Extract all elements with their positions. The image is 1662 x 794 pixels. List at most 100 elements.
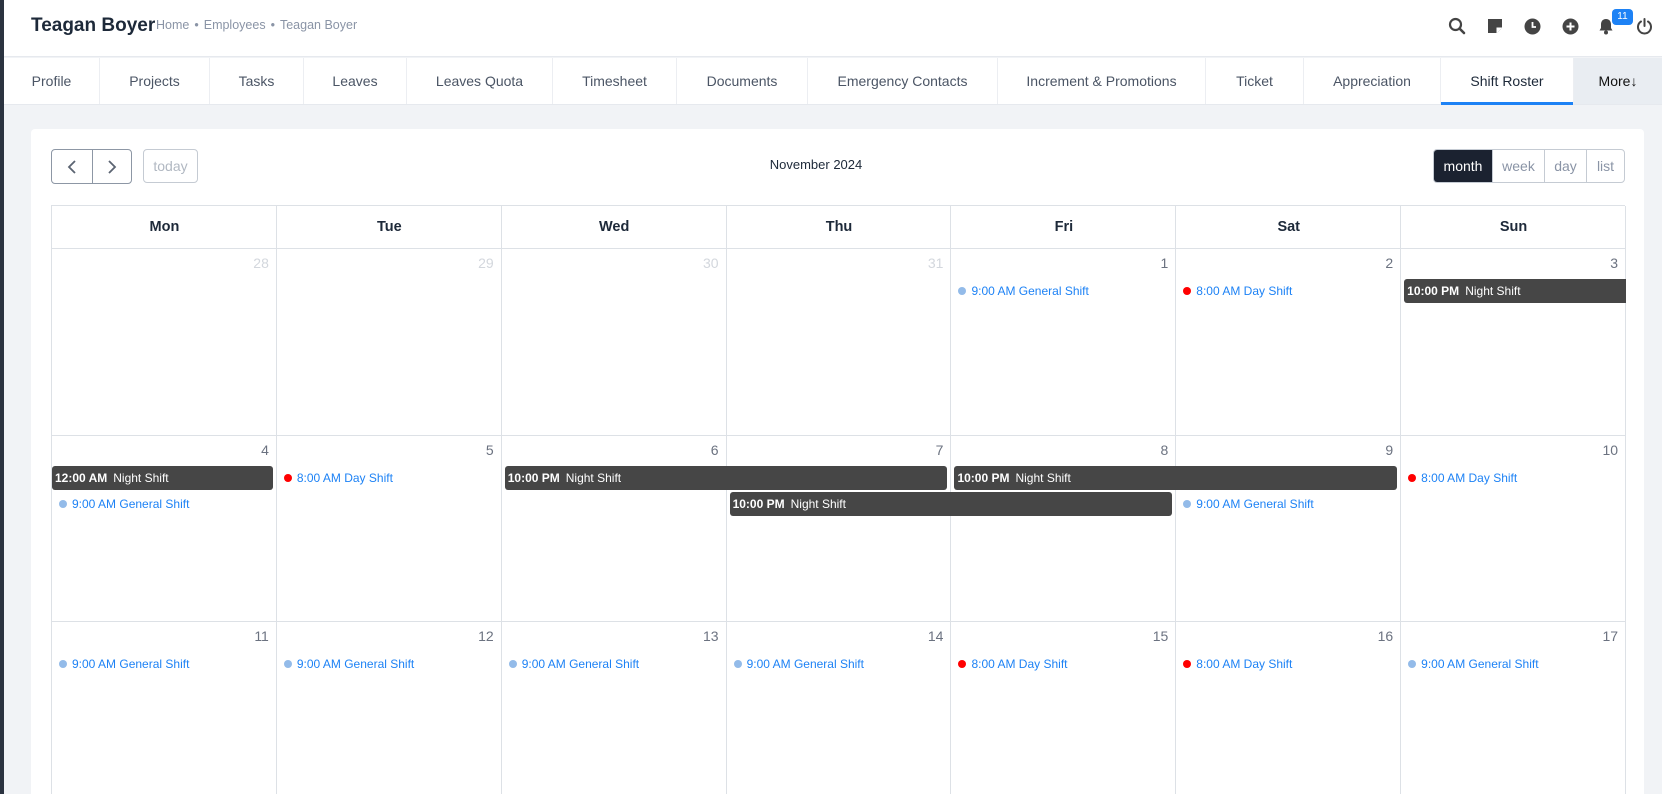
power-icon[interactable] [1633,15,1655,37]
tab-projects[interactable]: Projects [100,58,210,104]
day-number[interactable]: 10 [1578,442,1618,458]
shift-event[interactable]: 9:00 AM General Shift [283,655,414,673]
shift-event[interactable]: 8:00 AM Day Shift [283,469,393,487]
tab-ticket[interactable]: Ticket [1206,58,1304,104]
grid-column-line [275,206,277,794]
shift-event[interactable]: 9:00 AM General Shift [508,655,639,673]
prev-month-button[interactable] [52,150,92,183]
breadcrumb-current: Teagan Boyer [279,18,358,32]
event-dot [958,287,967,295]
calendar-title: November 2024 [769,157,863,172]
grid-row-line [52,621,1626,622]
day-number[interactable]: 7 [903,442,944,458]
shift-event[interactable]: 9:00 AM General Shift [1183,495,1314,513]
weekday-header: Tue [376,219,402,235]
event-title: Night Shift [1015,470,1071,485]
day-number[interactable]: 28 [229,255,269,271]
day-number[interactable]: 30 [679,255,719,271]
chevron-right-icon [108,159,117,174]
day-number[interactable]: 11 [229,628,269,644]
shift-event[interactable]: 9:00 AM General Shift [1408,655,1539,673]
shift-event[interactable]: 9:00 AM General Shift [59,495,189,513]
view-week-button[interactable]: week [1493,150,1545,182]
day-number[interactable]: 16 [1353,628,1394,644]
breadcrumb: Home • Employees • Teagan Boyer [156,18,357,32]
day-number[interactable]: 4 [229,442,269,458]
next-month-button[interactable] [91,150,132,183]
page-title: Teagan Boyer [31,15,156,36]
weekday-header: Sat [1277,219,1301,235]
notification-badge: 11 [1612,9,1633,25]
tab-more[interactable]: More↓ [1574,58,1662,104]
event-dot [59,499,67,508]
view-list-button[interactable]: list [1587,150,1624,182]
breadcrumb-home[interactable]: Home [156,18,189,32]
day-number[interactable]: 29 [454,255,494,271]
event-text: 8:00 AM Day Shift [1421,470,1518,485]
event-dot [283,473,292,482]
sticky-note-icon[interactable] [1484,15,1506,37]
shift-event[interactable]: 9:00 AM General Shift [733,655,864,673]
tab-emergency-contacts[interactable]: Emergency Contacts [808,58,998,104]
event-dot [1183,660,1192,668]
shift-event[interactable]: 8:00 AM Day Shift [1183,655,1292,673]
tab-increment-promotions[interactable]: Increment & Promotions [998,58,1206,104]
event-title: Night Shift [790,496,846,511]
sidebar-edge [0,0,4,794]
event-text: 9:00 AM General Shift [971,284,1089,298]
tab-shift-roster[interactable]: Shift Roster [1441,58,1574,105]
day-number[interactable]: 3 [1578,255,1618,271]
day-number[interactable]: 8 [1128,442,1169,458]
breadcrumb-separator: • [194,18,199,32]
event-time: 10:00 PM [957,470,1010,485]
day-number[interactable]: 6 [679,442,719,458]
grid-column-line [1175,206,1177,794]
tab-timesheet[interactable]: Timesheet [553,58,677,104]
tab-appreciation[interactable]: Appreciation [1304,58,1441,104]
breadcrumb-employees[interactable]: Employees [204,18,266,32]
day-number[interactable]: 9 [1353,442,1393,458]
shift-event[interactable]: 8:00 AM Day Shift [1408,469,1517,487]
calendar-grid: Mon Tue Wed Thu Fri Sat Sun 28 29 30 31 1 2 3 4 5 6 7 8 9 10… [51,205,1627,794]
shift-event[interactable]: 8:00 AM Day Shift [958,655,1067,673]
grid-column-line [500,206,502,794]
day-number[interactable]: 14 [903,628,944,644]
event-text: 9:00 AM General Shift [746,657,864,671]
grid-column-line [725,206,727,794]
night-shift-event[interactable]: 12:00 AM Night Shift [52,465,273,490]
tab-leaves[interactable]: Leaves [304,58,407,104]
event-dot [1408,473,1417,482]
night-shift-event[interactable]: 10:00 PM Night Shift [1404,279,1627,303]
event-dot [733,660,742,668]
event-title: Night Shift [1465,284,1521,298]
event-text: 8:00 AM Day Shift [1196,284,1293,298]
day-number[interactable]: 15 [1128,628,1169,644]
day-number[interactable]: 17 [1578,628,1618,644]
day-number[interactable]: 1 [1128,255,1169,271]
day-number[interactable]: 12 [454,628,494,644]
event-title: Night Shift [113,470,169,485]
night-shift-event[interactable]: 10:00 PM Night Shift [504,465,948,490]
day-number[interactable]: 31 [903,255,944,271]
tab-documents[interactable]: Documents [677,58,808,104]
night-shift-event[interactable]: 10:00 PM Night Shift [729,491,1173,516]
day-number[interactable]: 2 [1353,255,1393,271]
view-month-button[interactable]: month [1434,150,1493,182]
tab-profile[interactable]: Profile [4,58,100,104]
tab-leaves-quota[interactable]: Leaves Quota [407,58,553,104]
shift-event[interactable]: 9:00 AM General Shift [958,282,1089,300]
today-button[interactable]: today [143,149,198,183]
night-shift-event[interactable]: 10:00 PM Night Shift [954,465,1398,490]
search-icon[interactable] [1446,15,1468,37]
clock-icon[interactable] [1521,15,1543,37]
shift-event[interactable]: 8:00 AM Day Shift [1183,282,1292,300]
day-number[interactable]: 5 [454,442,494,458]
event-time: 10:00 PM [732,496,785,511]
add-circle-icon[interactable] [1559,15,1581,37]
shift-event[interactable]: 9:00 AM General Shift [59,655,189,673]
view-day-button[interactable]: day [1545,150,1587,182]
chevron-left-icon [67,159,76,174]
tab-tasks[interactable]: Tasks [210,58,304,104]
day-number[interactable]: 13 [679,628,719,644]
event-dot [59,660,67,668]
